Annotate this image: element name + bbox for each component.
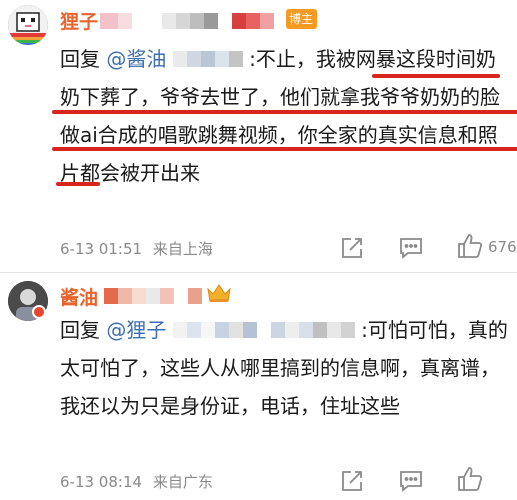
- highlight-underline: [372, 74, 500, 78]
- reply-prefix: 回复: [60, 47, 100, 71]
- reply-prefix: 回复: [60, 318, 100, 342]
- redacted-username: [100, 13, 280, 29]
- like-count: 676: [488, 238, 517, 256]
- comment-meta: 6-13 08:14 来自广东: [60, 471, 213, 492]
- share-icon[interactable]: [340, 469, 364, 497]
- blogger-badge-label: 博主: [289, 12, 314, 26]
- mention-link[interactable]: @酱油: [106, 47, 166, 71]
- author-name[interactable]: 酱油: [60, 283, 98, 310]
- comment-icon[interactable]: [398, 236, 424, 264]
- redacted-mention: [172, 50, 243, 67]
- share-icon[interactable]: [340, 236, 364, 264]
- comment-text: 回复 @狸子 :可怕可怕，真的太可怕了，这些人从哪里搞到的信息啊，真离谱，我还以…: [60, 311, 510, 425]
- comment-item: 酱油 回复 @狸子:可怕可怕，真的太可怕了，这些人从哪里搞到的信息啊，真离谱，…: [0, 272, 517, 500]
- avatar[interactable]: [8, 5, 48, 45]
- verified-badge: [32, 305, 46, 319]
- crown-icon: [206, 283, 232, 303]
- comment-meta: 6-13 01:51 来自上海: [60, 238, 213, 259]
- author-name[interactable]: 狸子: [60, 7, 98, 34]
- comment-date: 6-13 08:14: [60, 473, 143, 491]
- highlight-underline: [52, 147, 517, 151]
- comment-date: 6-13 01:51: [60, 240, 143, 258]
- redacted-mention: [172, 321, 355, 338]
- comment-icon[interactable]: [398, 469, 424, 497]
- redacted-username: [104, 288, 202, 304]
- highlight-underline: [52, 110, 517, 114]
- highlight-underline: [56, 182, 100, 186]
- comment-text: 回复 @酱油 :不止，我被网暴这段时间奶奶下葬了，爷爷去世了，他们就拿我爷爷奶奶…: [60, 40, 510, 192]
- comment-source: 来自上海: [152, 240, 213, 258]
- mention-link[interactable]: @狸子: [106, 318, 166, 342]
- like-icon[interactable]: [456, 232, 484, 264]
- comment-source: 来自广东: [152, 473, 213, 491]
- comment-item: 狸子 博主 回复 @酱油 :不止，我被网暴这段时间奶奶下葬了，爷爷去世了，他们就…: [0, 0, 517, 272]
- blogger-badge: 博主: [286, 9, 318, 29]
- like-icon[interactable]: [456, 465, 484, 497]
